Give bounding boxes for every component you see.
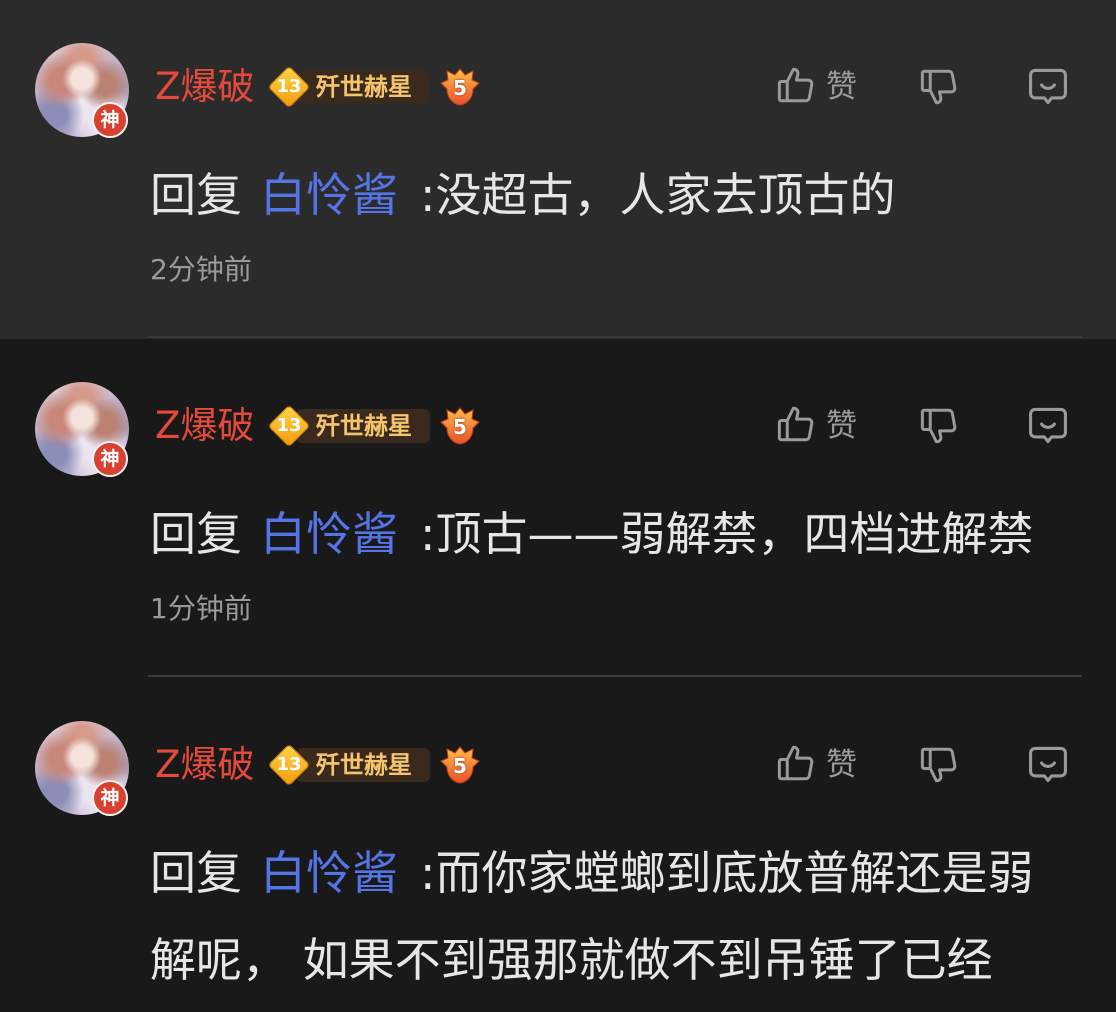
thumbs-down-icon bbox=[920, 69, 957, 105]
comment-time: 2分钟前 bbox=[150, 253, 252, 286]
reply-prefix: 回复 bbox=[150, 846, 242, 900]
comment-icon bbox=[1029, 746, 1067, 783]
divider bbox=[148, 336, 1082, 338]
like-button[interactable]: 赞 bbox=[772, 738, 864, 792]
avatar-badge: 神 bbox=[92, 441, 128, 477]
level-badge: 13 bbox=[267, 65, 311, 109]
reply-to-mention[interactable]: 白怜酱 bbox=[260, 507, 398, 561]
comment-item: 神 Z爆破 13 歼世赫星 5 赞 回复白怜酱 :顶古——弱解禁，四档进解禁 bbox=[0, 339, 1116, 678]
like-label: 赞 bbox=[826, 408, 857, 444]
avatar-badge: 神 bbox=[92, 780, 128, 816]
comment-body[interactable]: 回复 白怜酱 :没超古，人家去顶古的 bbox=[150, 152, 1060, 239]
fan-badge-number: 5 bbox=[453, 415, 467, 439]
thumbs-down-icon bbox=[920, 408, 957, 444]
like-button[interactable]: 赞 bbox=[772, 399, 864, 453]
medal-badge[interactable]: 歼世赫星 bbox=[296, 409, 430, 443]
level-number: 13 bbox=[276, 76, 302, 97]
comment-content: :顶古——弱解禁，四档进解禁 bbox=[420, 507, 1034, 561]
comment-item: 神 Z爆破 13 歼世赫星 5 赞 回复 白怜酱:而你家螳螂到底放普解还是弱解… bbox=[0, 678, 1116, 1012]
comment-body[interactable]: 回复 白怜酱 :顶古——弱解禁，四档进解禁 bbox=[150, 491, 1060, 578]
comment-item: 神 Z爆破 13 歼世赫星 5 赞 回复 白怜酱 :没超古，人家去顶古的 2分钟… bbox=[0, 0, 1116, 339]
username[interactable]: Z爆破 bbox=[155, 740, 254, 790]
thumbs-up-icon bbox=[777, 406, 814, 442]
thumbs-up-icon bbox=[777, 67, 814, 103]
avatar[interactable]: 神 bbox=[35, 43, 129, 138]
fan-badge-number: 5 bbox=[453, 754, 467, 778]
comment-time: 1分钟前 bbox=[150, 592, 252, 625]
like-label: 赞 bbox=[826, 69, 857, 105]
fan-badge: 5 bbox=[438, 66, 482, 108]
username[interactable]: Z爆破 bbox=[155, 62, 254, 112]
like-label: 赞 bbox=[826, 747, 857, 783]
avatar-badge: 神 bbox=[92, 102, 128, 138]
medal-badge[interactable]: 歼世赫星 bbox=[296, 70, 430, 104]
fan-badge: 5 bbox=[438, 405, 482, 447]
fan-badge: 5 bbox=[438, 744, 482, 786]
dislike-button[interactable] bbox=[914, 738, 964, 792]
divider bbox=[148, 675, 1082, 677]
reply-button[interactable] bbox=[1022, 738, 1074, 792]
avatar[interactable]: 神 bbox=[35, 721, 129, 816]
level-number: 13 bbox=[276, 754, 302, 775]
level-badge: 13 bbox=[267, 743, 311, 787]
medal-badge[interactable]: 歼世赫星 bbox=[296, 748, 430, 782]
like-button[interactable]: 赞 bbox=[772, 60, 864, 114]
comment-content: :没超古，人家去顶古的 bbox=[420, 168, 896, 222]
comment-body[interactable]: 回复 白怜酱:而你家螳螂到底放普解还是弱解呢， 如果不到强那就做不到吊锤了已经 bbox=[150, 830, 1060, 1004]
reply-button[interactable] bbox=[1022, 399, 1074, 453]
avatar[interactable]: 神 bbox=[35, 382, 129, 477]
dislike-button[interactable] bbox=[914, 60, 964, 114]
thumbs-up-icon bbox=[777, 745, 814, 781]
level-badge: 13 bbox=[267, 404, 311, 448]
reply-button[interactable] bbox=[1022, 60, 1074, 114]
thumbs-down-icon bbox=[920, 747, 957, 783]
reply-prefix: 回复 bbox=[150, 168, 242, 222]
comment-icon bbox=[1029, 68, 1067, 105]
fan-badge-number: 5 bbox=[453, 76, 467, 100]
dislike-button[interactable] bbox=[914, 399, 964, 453]
reply-prefix: 回复 bbox=[150, 507, 242, 561]
comment-icon bbox=[1029, 407, 1067, 444]
reply-to-mention[interactable]: 白怜酱 bbox=[260, 168, 398, 222]
username[interactable]: Z爆破 bbox=[155, 401, 254, 451]
level-number: 13 bbox=[276, 415, 302, 436]
reply-to-mention[interactable]: 白怜酱 bbox=[260, 846, 398, 900]
